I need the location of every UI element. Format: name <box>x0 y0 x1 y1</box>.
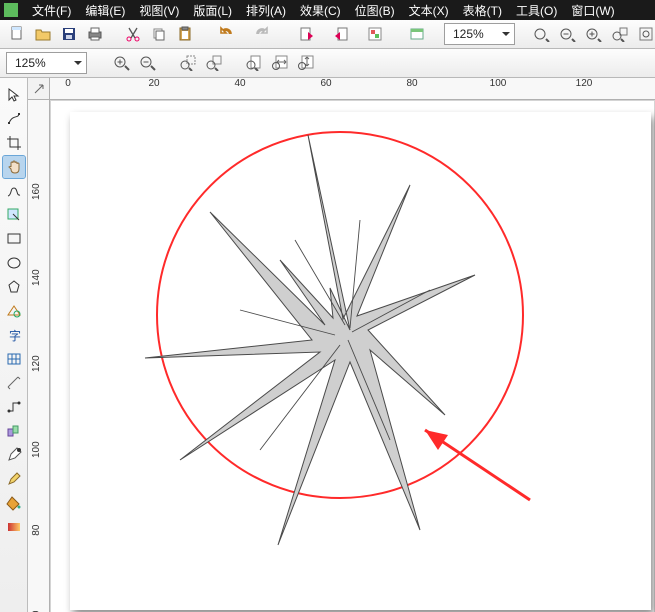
shape-tool[interactable] <box>3 108 25 130</box>
ellipse-tool[interactable] <box>3 252 25 274</box>
menu-file[interactable]: 文件(F) <box>26 0 77 21</box>
connector-tool[interactable] <box>3 396 25 418</box>
blend-tool[interactable] <box>3 420 25 442</box>
h-tick-0: 0 <box>65 78 71 89</box>
menu-arrange[interactable]: 排列(A) <box>240 0 292 21</box>
h-tick-120: 120 <box>576 78 593 89</box>
zoom-100-button[interactable] <box>583 23 605 45</box>
welcome-screen-button[interactable] <box>406 23 428 45</box>
pan-tool[interactable] <box>3 156 25 178</box>
v-tick-160: 160 <box>31 183 42 200</box>
svg-text:字: 字 <box>9 328 21 343</box>
snap-to-button[interactable] <box>531 23 553 45</box>
app-logo <box>4 3 18 17</box>
import-button[interactable] <box>292 23 322 45</box>
v-tick-140: 140 <box>31 269 42 286</box>
redo-button[interactable] <box>246 23 276 45</box>
zoom-to-all-objects-button[interactable] <box>203 52 225 74</box>
menu-edit[interactable]: 编辑(E) <box>79 0 131 21</box>
zoom-value-text-2: 125% <box>15 56 46 70</box>
zoom-to-page-button[interactable] <box>243 52 265 74</box>
horizontal-ruler[interactable]: 0 20 40 60 80 100 120 140 <box>50 78 655 100</box>
crop-tool[interactable] <box>3 132 25 154</box>
open-button[interactable] <box>32 23 54 45</box>
h-tick-20: 20 <box>148 78 159 89</box>
v-tick-120: 120 <box>31 355 42 372</box>
text-tool[interactable]: 字 <box>3 324 25 346</box>
polygon-tool[interactable] <box>3 276 25 298</box>
h-tick-60: 60 <box>320 78 331 89</box>
h-tick-100: 100 <box>490 78 507 89</box>
app-launcher-button[interactable] <box>360 23 390 45</box>
menu-text[interactable]: 文本(X) <box>403 0 455 21</box>
save-button[interactable] <box>58 23 80 45</box>
shatter-shape[interactable] <box>145 135 475 545</box>
h-tick-40: 40 <box>234 78 245 89</box>
v-tick-100: 100 <box>31 441 42 458</box>
zoom-all-button[interactable] <box>635 23 655 45</box>
basic-shapes-tool[interactable] <box>3 300 25 322</box>
zoom-to-page-height-button[interactable] <box>295 52 317 74</box>
copy-button[interactable] <box>148 23 170 45</box>
zoom-in-button[interactable] <box>111 52 133 74</box>
export-button[interactable] <box>326 23 356 45</box>
zoom-level-combo-2[interactable]: 125% <box>6 52 87 74</box>
menu-table[interactable]: 表格(T) <box>457 0 508 21</box>
workarea: 字 0 20 40 60 80 100 120 140 160 140 120 <box>0 78 655 612</box>
h-tick-80: 80 <box>406 78 417 89</box>
pick-tool[interactable] <box>3 84 25 106</box>
zoom-value-text: 125% <box>453 27 484 41</box>
zoom-to-selection-button[interactable] <box>177 52 199 74</box>
vertical-ruler[interactable]: 160 140 120 100 80 60 <box>28 100 50 612</box>
rectangle-tool[interactable] <box>3 228 25 250</box>
menu-tools[interactable]: 工具(O) <box>510 0 563 21</box>
menubar: 文件(F) 编辑(E) 视图(V) 版面(L) 排列(A) 效果(C) 位图(B… <box>0 0 655 20</box>
property-toolbar: 125% <box>0 49 655 78</box>
standard-toolbar: 125% <box>0 20 655 49</box>
annotation-arrow <box>425 430 530 500</box>
smart-fill-tool[interactable] <box>3 204 25 226</box>
zoom-level-combo[interactable]: 125% <box>444 23 515 45</box>
cut-button[interactable] <box>122 23 144 45</box>
menu-layout[interactable]: 版面(L) <box>187 0 238 21</box>
fill-tool[interactable] <box>3 492 25 514</box>
freehand-tool[interactable] <box>3 180 25 202</box>
zoom-out-button[interactable] <box>557 23 579 45</box>
ruler-origin[interactable] <box>28 78 50 100</box>
print-button[interactable] <box>84 23 106 45</box>
menu-window[interactable]: 窗口(W) <box>565 0 620 21</box>
table-tool[interactable] <box>3 348 25 370</box>
zoom-to-page-width-button[interactable] <box>269 52 291 74</box>
new-button[interactable] <box>6 23 28 45</box>
v-tick-80: 80 <box>31 525 42 536</box>
chevron-down-icon <box>74 61 82 65</box>
menu-view[interactable]: 视图(V) <box>133 0 185 21</box>
paste-button[interactable] <box>174 23 196 45</box>
zoom-out-button-2[interactable] <box>137 52 159 74</box>
undo-button[interactable] <box>212 23 242 45</box>
interactive-fill-tool[interactable] <box>3 516 25 538</box>
drawing <box>50 100 655 612</box>
menu-effects[interactable]: 效果(C) <box>294 0 347 21</box>
outline-pen-tool[interactable] <box>3 468 25 490</box>
dimension-tool[interactable] <box>3 372 25 394</box>
canvas[interactable] <box>50 100 655 612</box>
zoom-selection-button[interactable] <box>609 23 631 45</box>
menu-bitmap[interactable]: 位图(B) <box>349 0 401 21</box>
chevron-down-icon <box>502 32 510 36</box>
eyedropper-tool[interactable] <box>3 444 25 466</box>
crack-lines <box>240 220 430 450</box>
toolbox: 字 <box>0 78 28 612</box>
